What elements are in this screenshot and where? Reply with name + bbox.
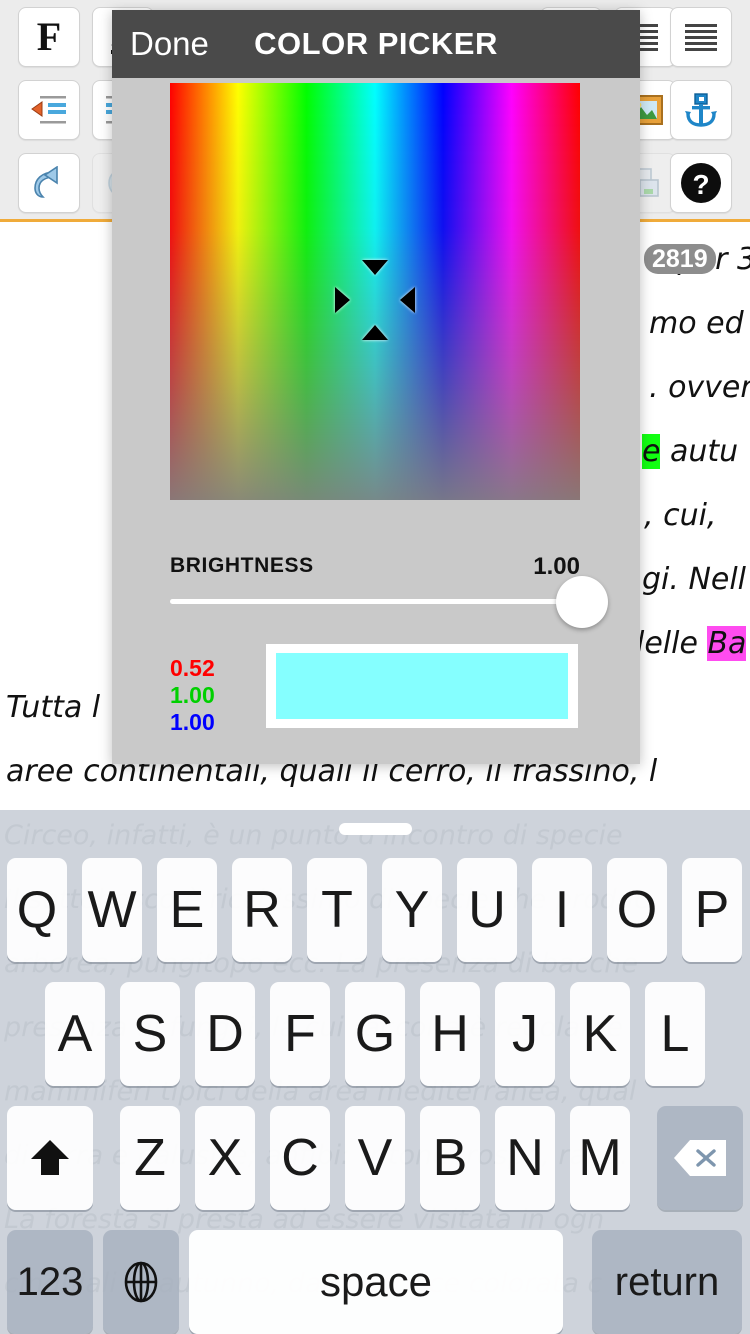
key-H[interactable]: H — [420, 982, 480, 1086]
key-F[interactable]: F — [270, 982, 330, 1086]
key-A[interactable]: A — [45, 982, 105, 1086]
key-R[interactable]: R — [232, 858, 292, 962]
saturation-value-field[interactable] — [170, 83, 580, 500]
color-swatch-preview — [276, 653, 568, 719]
keyboard-drag-handle[interactable] — [339, 823, 412, 835]
key-K[interactable]: K — [570, 982, 630, 1086]
brightness-label: BRIGHTNESS — [170, 554, 314, 577]
key-O[interactable]: O — [607, 858, 667, 962]
font-button[interactable]: F — [18, 7, 80, 67]
doc-line-text: Tutta l — [6, 690, 101, 725]
bold-F-icon: F — [36, 14, 62, 59]
done-button[interactable]: Done — [130, 10, 209, 78]
color-picker-modal: COLOR PICKER Done BRIGHTNESS 1.00 0.52 1… — [112, 10, 640, 764]
key-W[interactable]: W — [82, 858, 142, 962]
keyboard-rows: Q W E R T Y U I O P A S D F G H J K L Z … — [0, 848, 750, 1334]
shift-arrow-icon — [31, 1140, 69, 1175]
crosshair-triangle-top-icon — [362, 259, 388, 275]
help-button[interactable]: ? — [670, 153, 732, 213]
crosshair-triangle-left-icon — [335, 286, 350, 313]
doc-line-text: autu — [660, 434, 739, 469]
anchor-button[interactable] — [670, 80, 732, 140]
undo-button[interactable] — [18, 153, 80, 213]
saturation-fade-overlay — [170, 83, 580, 500]
key-Z[interactable]: Z — [120, 1106, 180, 1210]
key-Y[interactable]: Y — [382, 858, 442, 962]
key-M[interactable]: M — [570, 1106, 630, 1210]
key-N[interactable]: N — [495, 1106, 555, 1210]
color-swatch-frame — [266, 644, 578, 728]
return-key[interactable]: return — [592, 1230, 742, 1334]
indent-decrease-button[interactable] — [18, 80, 80, 140]
rgb-green-value: 1.00 — [170, 682, 215, 708]
indent-decrease-icon — [31, 96, 66, 124]
brightness-slider[interactable] — [170, 576, 608, 628]
highlight-green: e — [642, 434, 661, 469]
crosshair-triangle-right-icon — [400, 286, 415, 313]
screen: 2819per 3 mo ed . ovvero e autu , cui, g… — [0, 0, 750, 1334]
undo-arrow-icon — [34, 166, 58, 198]
color-picker-header: COLOR PICKER Done — [112, 10, 640, 78]
key-J[interactable]: J — [495, 982, 555, 1086]
key-T[interactable]: T — [307, 858, 367, 962]
highlight-magenta: Ba — [707, 626, 747, 661]
keyboard-row-1: Q W E R T Y U I O P — [0, 848, 750, 972]
numbers-key[interactable]: 123 — [7, 1230, 93, 1334]
anchor-icon — [685, 93, 717, 127]
key-D[interactable]: D — [195, 982, 255, 1086]
rgb-readout: 0.52 1.00 1.00 — [170, 655, 260, 736]
keyboard-row-2: A S D F G H J K L — [0, 972, 750, 1096]
key-P[interactable]: P — [682, 858, 742, 962]
on-screen-keyboard[interactable]: Circeo, infatti, è un punto d'incontro d… — [0, 810, 750, 1334]
keyboard-row-4: 123 space return — [0, 1220, 750, 1334]
key-U[interactable]: U — [457, 858, 517, 962]
doc-line-text: gi. Nell — [642, 562, 747, 597]
key-G[interactable]: G — [345, 982, 405, 1086]
crosshair-triangle-bottom-icon — [362, 324, 388, 340]
svg-text:?: ? — [692, 169, 709, 200]
justify-text-icon — [685, 24, 717, 51]
shift-key[interactable] — [7, 1106, 93, 1210]
slider-track — [170, 599, 582, 604]
doc-line-text: lelle — [636, 626, 708, 661]
key-C[interactable]: C — [270, 1106, 330, 1210]
key-E[interactable]: E — [157, 858, 217, 962]
backspace-key[interactable] — [657, 1106, 743, 1210]
question-mark-icon: ? — [681, 163, 721, 203]
word-count-badge: 2819 — [644, 244, 716, 274]
space-key[interactable]: space — [189, 1230, 563, 1334]
key-L[interactable]: L — [645, 982, 705, 1086]
key-X[interactable]: X — [195, 1106, 255, 1210]
doc-line-text: , cui, — [644, 498, 717, 533]
keyboard-row-3: Z X C V B N M — [0, 1096, 750, 1220]
doc-line-text: mo ed — [649, 306, 744, 341]
globe-icon — [124, 1261, 158, 1303]
key-B[interactable]: B — [420, 1106, 480, 1210]
rgb-blue-value: 1.00 — [170, 709, 215, 735]
key-V[interactable]: V — [345, 1106, 405, 1210]
globe-key[interactable] — [103, 1230, 179, 1334]
align-justify-button[interactable] — [670, 7, 732, 67]
slider-thumb[interactable] — [556, 576, 608, 628]
key-S[interactable]: S — [120, 982, 180, 1086]
doc-line-text: . ovvero — [649, 370, 750, 405]
backspace-icon — [674, 1140, 726, 1176]
key-Q[interactable]: Q — [7, 858, 67, 962]
key-I[interactable]: I — [532, 858, 592, 962]
rgb-red-value: 0.52 — [170, 655, 215, 681]
